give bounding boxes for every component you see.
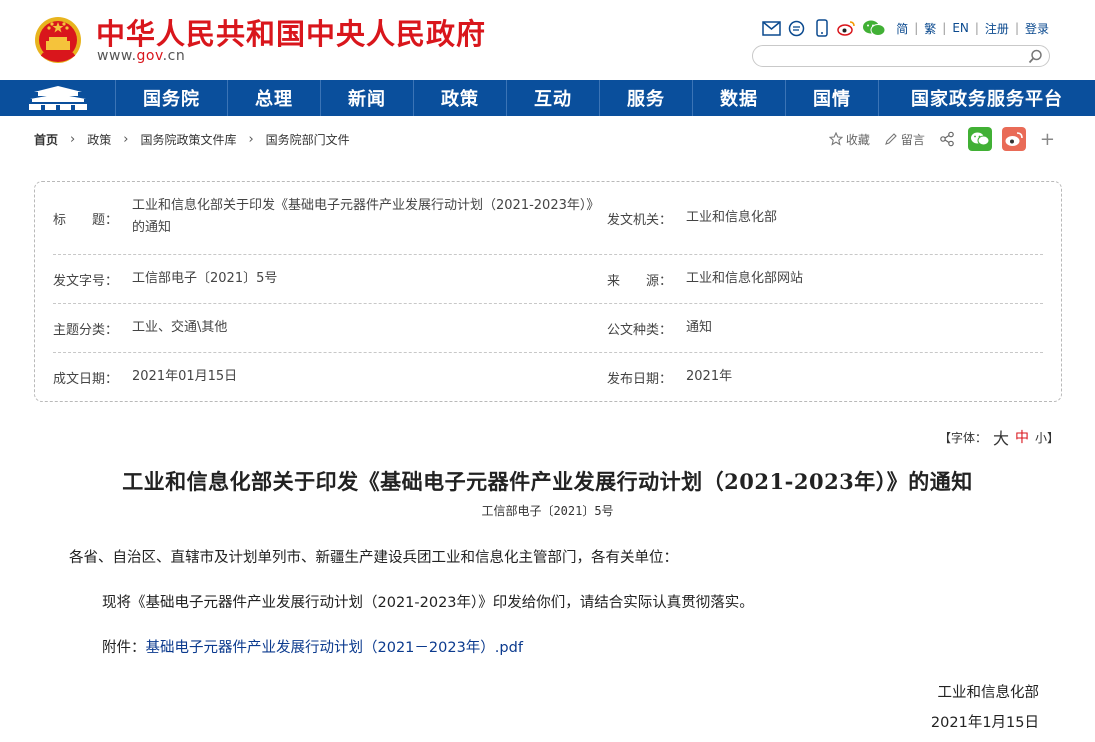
weibo-icon[interactable] <box>837 19 856 38</box>
nav-policy[interactable]: 政策 <box>414 80 507 116</box>
favorite-button[interactable]: 收藏 <box>828 131 870 148</box>
separator: | <box>974 21 979 35</box>
written-date-label: 成文日期： <box>53 372 119 387</box>
nav-government-services-platform[interactable]: 国家政务服务平台 <box>879 80 1095 116</box>
docno-label: 发文字号： <box>53 274 119 289</box>
lang-simplified-link[interactable]: 简 <box>896 20 908 37</box>
wechat-share-button[interactable] <box>967 127 992 151</box>
separator: | <box>942 21 947 35</box>
search-input[interactable] <box>763 48 1023 64</box>
breadcrumb-home[interactable]: 首页 <box>34 131 58 148</box>
topic-value: 工业、交通\其他 <box>132 320 228 335</box>
font-size-small[interactable]: 小 <box>1035 429 1047 446</box>
nav-interaction[interactable]: 互动 <box>507 80 600 116</box>
search-box <box>752 45 1050 67</box>
share-bar: 收藏 留言 + <box>815 127 1055 151</box>
separator: | <box>914 21 919 35</box>
national-emblem-icon[interactable] <box>34 14 82 66</box>
topic-label: 主题分类： <box>53 323 119 338</box>
wechat-icon <box>970 132 990 146</box>
info-row: 成文日期： 2021年01月15日 发布日期： 2021年 <box>53 353 1043 402</box>
site-url-gov: gov <box>136 48 163 64</box>
weibo-icon <box>1005 132 1023 146</box>
mail-icon[interactable] <box>762 19 781 38</box>
font-size-suffix: 】 <box>1046 430 1059 445</box>
more-share-button[interactable]: + <box>1040 129 1055 150</box>
breadcrumb-department-docs[interactable]: 国务院部门文件 <box>266 131 350 148</box>
chevron-right-icon: › <box>70 132 76 147</box>
star-icon <box>828 132 843 146</box>
issuer-value: 工业和信息化部 <box>686 210 778 225</box>
document-info-table: 标 题： 工业和信息化部关于印发《基础电子元器件产业发展行动计划（2021-20… <box>34 181 1062 402</box>
article-title: 工业和信息化部关于印发《基础电子元器件产业发展行动计划（2021-2023年）》… <box>122 469 973 494</box>
comment-button[interactable]: 留言 <box>884 131 925 148</box>
published-date-value: 2021年 <box>686 369 733 384</box>
login-link[interactable]: 登录 <box>1025 20 1049 37</box>
nav-home-button[interactable] <box>0 80 116 116</box>
article-signer: 工业和信息化部 <box>937 685 1040 701</box>
top-links: 简 | 繁 | EN | 注册 | 登录 <box>896 20 1049 37</box>
site-header: 中华人民共和国中央人民政府 www.gov.cn 简 | 繁 | EN | 注册… <box>0 0 1095 80</box>
top-tools: 简 | 繁 | EN | 注册 | 登录 <box>762 18 1049 38</box>
site-name[interactable]: 中华人民共和国中央人民政府 <box>96 11 486 53</box>
doc-type-value: 通知 <box>686 320 713 335</box>
info-row: 主题分类： 工业、交通\其他 公文种类： 通知 <box>53 304 1043 353</box>
comment-label: 留言 <box>900 132 925 147</box>
mobile-icon[interactable] <box>812 19 831 38</box>
main-nav: 国务院 总理 新闻 政策 互动 服务 数据 国情 国家政务服务平台 <box>0 80 1095 116</box>
font-size-prefix: 【字体： <box>938 430 987 445</box>
source-value: 工业和信息化部网站 <box>686 271 804 286</box>
separator: | <box>1014 21 1019 35</box>
nav-state-council[interactable]: 国务院 <box>116 80 228 116</box>
published-date-label: 发布日期： <box>607 372 673 387</box>
lang-english-link[interactable]: EN <box>952 21 969 35</box>
font-size-medium[interactable]: 中 <box>1015 427 1029 447</box>
written-date-value: 2021年01月15日 <box>132 369 238 384</box>
share-button[interactable] <box>939 131 958 147</box>
attachment-link[interactable]: 基础电子元器件产业发展行动计划（2021－2023年）.pdf <box>146 640 523 656</box>
chevron-right-icon: › <box>123 132 129 147</box>
search-icon[interactable] <box>1028 49 1043 64</box>
article-body: 现将《基础电子元器件产业发展行动计划（2021-2023年）》印发给你们，请结合… <box>102 595 754 611</box>
docno-value: 工信部电子〔2021〕5号 <box>132 271 278 286</box>
font-size-switcher: 【字体： 大 中 小 】 <box>939 425 1059 449</box>
doc-type-label: 公文种类： <box>607 323 673 338</box>
font-size-large[interactable]: 大 <box>993 425 1009 449</box>
nav-data[interactable]: 数据 <box>693 80 786 116</box>
site-url-suffix: .cn <box>162 48 186 64</box>
message-icon[interactable] <box>787 19 806 38</box>
source-label: 来 源： <box>607 274 673 289</box>
weibo-share-button[interactable] <box>1001 127 1026 151</box>
article-attachment: 附件：基础电子元器件产业发展行动计划（2021－2023年）.pdf <box>102 636 523 657</box>
tiananmen-icon <box>28 86 87 110</box>
info-row: 标 题： 工业和信息化部关于印发《基础电子元器件产业发展行动计划（2021-20… <box>53 182 1043 255</box>
wechat-icon[interactable] <box>862 19 886 38</box>
chevron-right-icon: › <box>248 132 254 147</box>
nav-services[interactable]: 服务 <box>600 80 693 116</box>
share-icon <box>940 131 954 147</box>
nav-premier[interactable]: 总理 <box>228 80 321 116</box>
attachment-label: 附件： <box>102 640 146 656</box>
pencil-icon <box>885 133 897 145</box>
breadcrumb-policy-library[interactable]: 国务院政策文件库 <box>140 131 236 148</box>
register-link[interactable]: 注册 <box>985 20 1009 37</box>
nav-news[interactable]: 新闻 <box>321 80 414 116</box>
title-value: 工业和信息化部关于印发《基础电子元器件产业发展行动计划（2021-2023年）》… <box>132 198 600 235</box>
site-url[interactable]: www.gov.cn <box>97 48 185 64</box>
lang-traditional-link[interactable]: 繁 <box>924 20 936 37</box>
article-doc-number: 工信部电子〔2021〕5号 <box>481 504 614 518</box>
site-url-prefix: www. <box>97 48 137 64</box>
info-row: 发文字号： 工信部电子〔2021〕5号 来 源： 工业和信息化部网站 <box>53 255 1043 304</box>
nav-national-conditions[interactable]: 国情 <box>786 80 879 116</box>
article-date: 2021年1月15日 <box>930 715 1039 731</box>
breadcrumb-policy[interactable]: 政策 <box>87 131 111 148</box>
issuer-label: 发文机关： <box>607 213 673 228</box>
favorite-label: 收藏 <box>845 132 870 147</box>
title-label: 标 题： <box>53 213 119 228</box>
article-salutation: 各省、自治区、直辖市及计划单列市、新疆生产建设兵团工业和信息化主管部门，各有关单… <box>69 550 678 566</box>
breadcrumb: 首页 › 政策 › 国务院政策文件库 › 国务院部门文件 <box>34 131 350 148</box>
